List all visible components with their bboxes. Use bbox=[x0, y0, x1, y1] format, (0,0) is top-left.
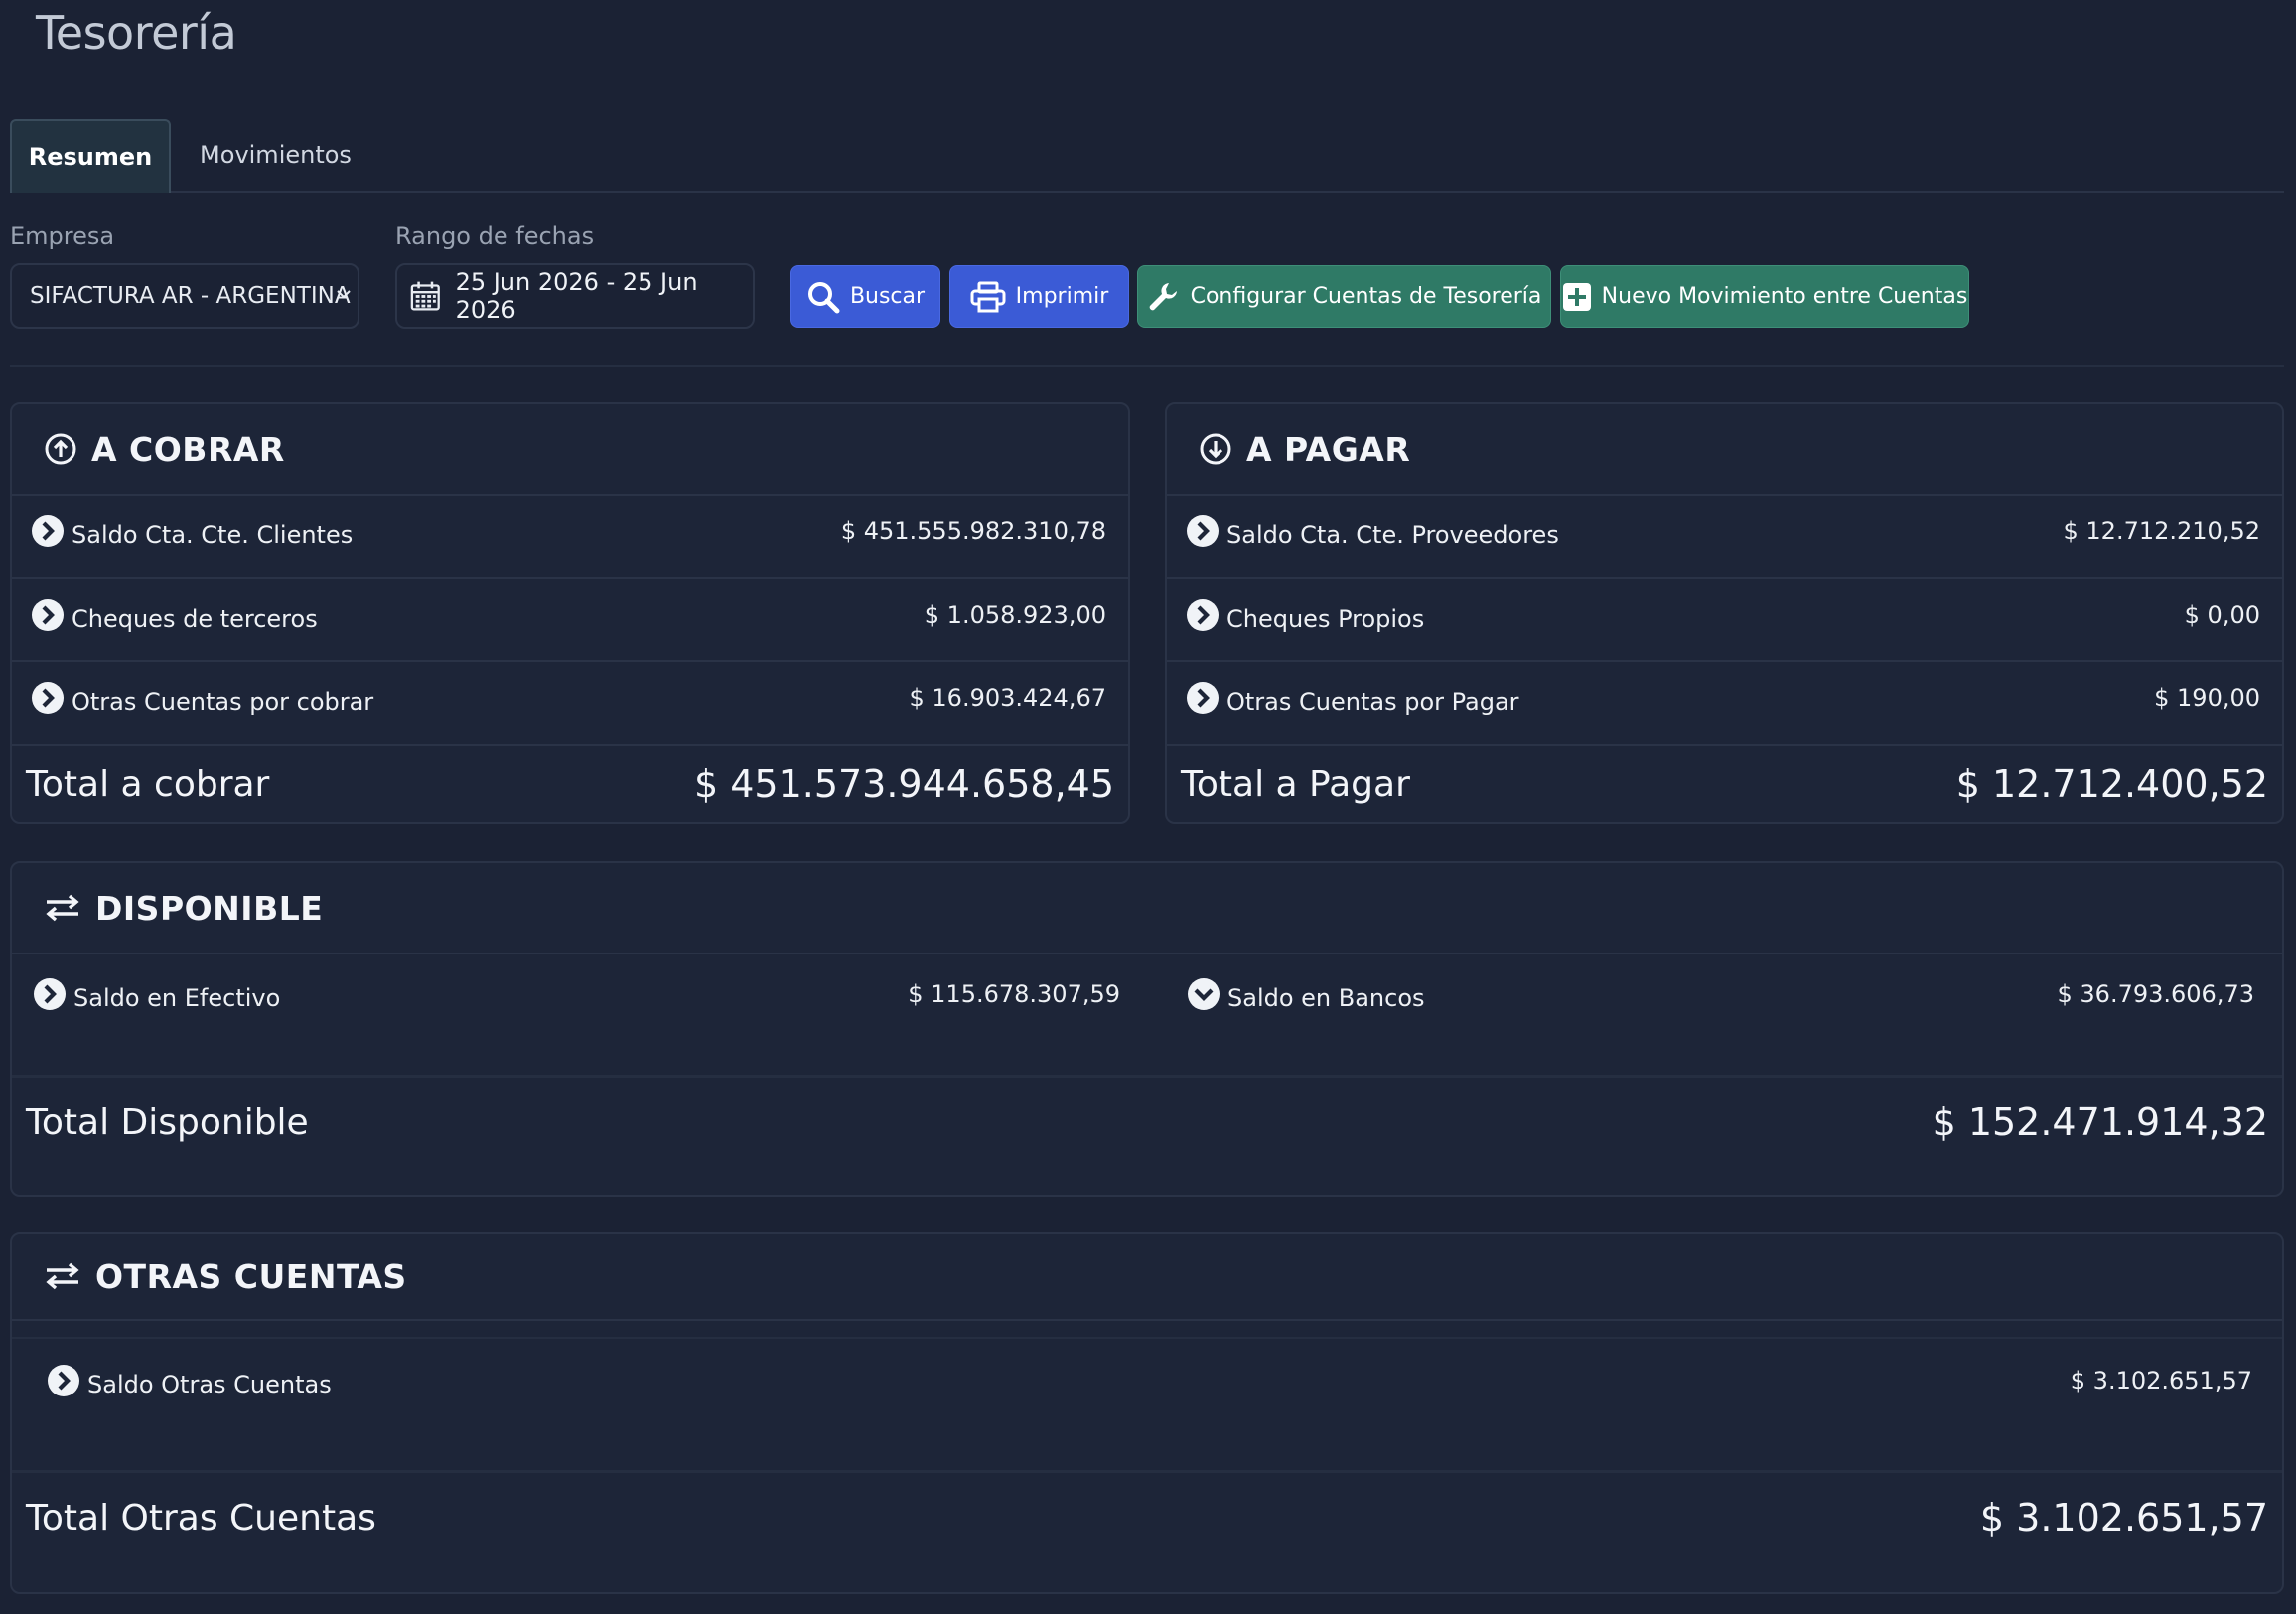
divider bbox=[12, 1075, 2282, 1078]
nuevo-movimiento-button[interactable]: Nuevo Movimiento entre Cuentas bbox=[1560, 265, 1969, 328]
otras-cuentas-value: $ 3.102.651,57 bbox=[2070, 1367, 2252, 1394]
page-title: Tesorería bbox=[36, 6, 237, 60]
empresa-label: Empresa bbox=[10, 222, 115, 250]
total-value: $ 451.573.944.658,45 bbox=[693, 762, 1114, 806]
a-pagar-header: A PAGAR bbox=[1167, 404, 2282, 496]
row-label: Saldo Cta. Cte. Clientes bbox=[72, 521, 354, 549]
total-row: Total a cobrar $ 451.573.944.658,45 bbox=[12, 744, 1128, 822]
total-value: $ 3.102.651,57 bbox=[1979, 1496, 2268, 1540]
total-row: Total a Pagar $ 12.712.400,52 bbox=[1167, 744, 2282, 822]
configurar-cuentas-button[interactable]: Configurar Cuentas de Tesorería bbox=[1137, 265, 1551, 328]
efectivo-label: Saldo en Efectivo bbox=[73, 984, 281, 1012]
list-item[interactable]: Saldo Cta. Cte. Clientes $ 451.555.982.3… bbox=[12, 494, 1128, 579]
row-label: Saldo Cta. Cte. Proveedores bbox=[1226, 521, 1559, 549]
empresa-select-value: SIFACTURA AR - ARGENTINA bbox=[30, 283, 351, 309]
a-pagar-title: A PAGAR bbox=[1246, 429, 1411, 469]
date-range-input[interactable]: 25 Jun 2026 - 25 Jun 2026 bbox=[395, 263, 755, 329]
chevron-right-circle-icon bbox=[1187, 682, 1219, 714]
row-value: $ 451.555.982.310,78 bbox=[840, 517, 1106, 545]
imprimir-label: Imprimir bbox=[1015, 284, 1109, 309]
list-item[interactable]: Otras Cuentas por cobrar $ 16.903.424,67 bbox=[12, 660, 1128, 746]
efectivo-item[interactable]: Saldo en Efectivo $ 115.678.307,59 bbox=[12, 978, 1144, 1018]
otras-cuentas-card: OTRAS CUENTAS Saldo Otras Cuentas $ 3.10… bbox=[10, 1232, 2284, 1594]
row-value: $ 190,00 bbox=[2154, 684, 2260, 712]
chevron-right-circle-icon bbox=[1187, 515, 1219, 547]
divider bbox=[10, 365, 2284, 367]
total-value: $ 152.471.914,32 bbox=[1932, 1100, 2268, 1144]
total-label: Total a cobrar bbox=[26, 763, 270, 805]
total-value: $ 12.712.400,52 bbox=[1955, 762, 2268, 806]
tab-bar: Resumen Movimientos bbox=[10, 119, 2284, 193]
list-item[interactable]: Saldo Cta. Cte. Proveedores $ 12.712.210… bbox=[1167, 494, 2282, 579]
row-value: $ 1.058.923,00 bbox=[924, 601, 1106, 629]
row-label: Cheques de terceros bbox=[72, 605, 318, 633]
row-label: Cheques Propios bbox=[1226, 605, 1425, 633]
buscar-button[interactable]: Buscar bbox=[790, 265, 940, 328]
total-label: Total a Pagar bbox=[1181, 763, 1410, 805]
buscar-label: Buscar bbox=[849, 284, 926, 309]
chevron-right-circle-icon bbox=[1187, 599, 1219, 631]
tab-resumen[interactable]: Resumen bbox=[10, 119, 171, 193]
date-range-value: 25 Jun 2026 - 25 Jun 2026 bbox=[455, 268, 698, 324]
nuevo-label: Nuevo Movimiento entre Cuentas bbox=[1601, 284, 1968, 309]
configurar-label: Configurar Cuentas de Tesorería bbox=[1190, 284, 1542, 309]
exchange-icon bbox=[46, 894, 79, 922]
calendar-icon bbox=[410, 281, 440, 311]
list-item[interactable]: Cheques de terceros $ 1.058.923,00 bbox=[12, 577, 1128, 662]
total-row: Total Otras Cuentas $ 3.102.651,57 bbox=[12, 1476, 2282, 1559]
chevron-right-circle-icon bbox=[32, 599, 64, 631]
a-cobrar-title: A COBRAR bbox=[91, 429, 285, 469]
otras-cuentas-label: Saldo Otras Cuentas bbox=[87, 1371, 332, 1398]
efectivo-value: $ 115.678.307,59 bbox=[908, 980, 1120, 1008]
total-row: Total Disponible $ 152.471.914,32 bbox=[12, 1080, 2282, 1165]
chevron-right-circle-icon bbox=[32, 682, 64, 714]
otras-cuentas-header: OTRAS CUENTAS bbox=[12, 1234, 2282, 1321]
bancos-label: Saldo en Bancos bbox=[1227, 984, 1425, 1012]
otras-cuentas-title: OTRAS CUENTAS bbox=[95, 1256, 407, 1296]
wrench-icon bbox=[1149, 282, 1177, 310]
divider bbox=[12, 1470, 2282, 1473]
row-value: $ 0,00 bbox=[2184, 601, 2260, 629]
row-label: Otras Cuentas por Pagar bbox=[1226, 688, 1519, 716]
bancos-value: $ 36.793.606,73 bbox=[2057, 980, 2254, 1008]
empresa-select[interactable]: SIFACTURA AR - ARGENTINA bbox=[10, 263, 359, 329]
a-cobrar-header: A COBRAR bbox=[12, 404, 1128, 496]
plus-square-icon bbox=[1562, 282, 1591, 311]
a-cobrar-card: A COBRAR Saldo Cta. Cte. Clientes $ 451.… bbox=[10, 402, 1130, 824]
exchange-icon bbox=[46, 1262, 79, 1290]
disponible-card: DISPONIBLE Saldo en Efectivo $ 115.678.3… bbox=[10, 861, 2284, 1197]
total-label: Total Otras Cuentas bbox=[26, 1497, 376, 1539]
print-icon bbox=[970, 281, 1006, 312]
rango-label: Rango de fechas bbox=[395, 222, 595, 250]
imprimir-button[interactable]: Imprimir bbox=[949, 265, 1129, 328]
chevron-right-circle-icon bbox=[34, 978, 66, 1010]
bancos-item[interactable]: Saldo en Bancos $ 36.793.606,73 bbox=[1154, 978, 2276, 1018]
search-icon bbox=[807, 281, 840, 313]
a-pagar-card: A PAGAR Saldo Cta. Cte. Proveedores $ 12… bbox=[1165, 402, 2284, 824]
list-item[interactable]: Otras Cuentas por Pagar $ 190,00 bbox=[1167, 660, 2282, 746]
arrow-up-circle-icon bbox=[45, 433, 76, 465]
arrow-down-circle-icon bbox=[1200, 433, 1231, 465]
row-label: Otras Cuentas por cobrar bbox=[72, 688, 374, 716]
list-item[interactable]: Cheques Propios $ 0,00 bbox=[1167, 577, 2282, 662]
chevron-down-circle-icon bbox=[1188, 978, 1220, 1010]
disponible-header: DISPONIBLE bbox=[12, 863, 2282, 954]
tab-movimientos[interactable]: Movimientos bbox=[184, 119, 367, 191]
disponible-title: DISPONIBLE bbox=[95, 888, 324, 928]
chevron-right-circle-icon bbox=[48, 1365, 79, 1396]
chevron-right-circle-icon bbox=[32, 515, 64, 547]
row-value: $ 12.712.210,52 bbox=[2063, 517, 2260, 545]
chevron-down-icon bbox=[336, 283, 352, 308]
otras-cuentas-item[interactable]: Saldo Otras Cuentas $ 3.102.651,57 bbox=[12, 1365, 2282, 1404]
divider bbox=[12, 1337, 2282, 1339]
total-label: Total Disponible bbox=[26, 1101, 309, 1143]
row-value: $ 16.903.424,67 bbox=[909, 684, 1106, 712]
